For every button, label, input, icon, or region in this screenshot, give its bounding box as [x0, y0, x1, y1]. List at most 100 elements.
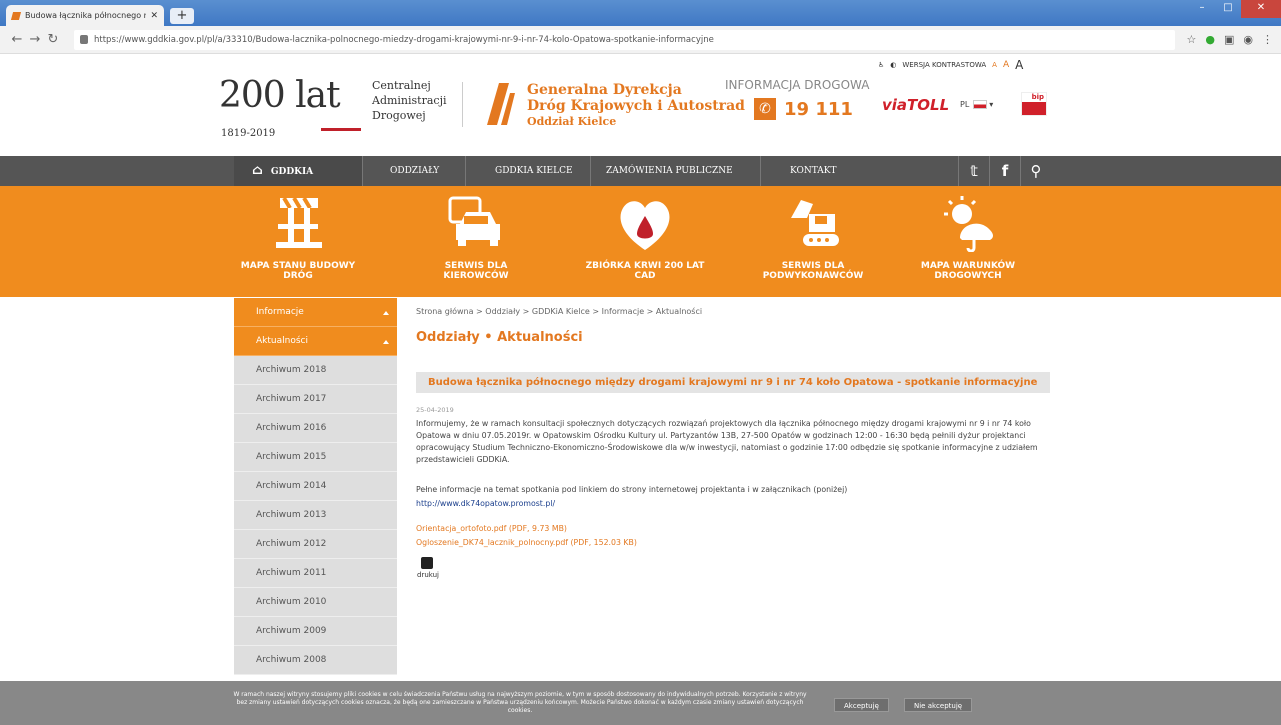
font-medium-button[interactable]: A [1003, 60, 1009, 70]
font-large-button[interactable]: A [1015, 58, 1023, 72]
phone-icon: ✆ [754, 98, 776, 120]
font-small-button[interactable]: A [992, 61, 997, 69]
branch-name: Oddział Kielce [527, 115, 617, 128]
service-mapa-stanu[interactable]: MAPA STANU BUDOWY DRÓG [238, 194, 358, 281]
nav-zamowienia[interactable]: ZAMÓWIENIA PUBLICZNE [606, 156, 733, 186]
chevron-up-icon [383, 311, 389, 315]
services-band: MAPA STANU BUDOWY DRÓG SERWIS DLA KIEROW… [0, 186, 1281, 297]
minimize-icon[interactable]: – [1189, 0, 1215, 18]
sidebar-item-label: Aktualności [256, 336, 308, 346]
url-text: https://www.gddkia.gov.pl/pl/a/33310/Bud… [94, 34, 714, 45]
gddkia-line: Dróg Krajowych i Autostrad [527, 98, 745, 114]
sidebar-item-archiwum[interactable]: Archiwum 2016 [234, 414, 397, 443]
new-tab-button[interactable]: + [170, 8, 194, 24]
road-barrier-icon [276, 196, 322, 248]
extension-icon[interactable]: ▣ [1224, 33, 1234, 46]
cookie-text: W ramach naszej witryny stosujemy pliki … [233, 691, 807, 714]
service-podwykonawcy[interactable]: SERWIS DLA PODWYKONAWCÓW [753, 194, 873, 281]
chevron-down-icon: ▾ [989, 100, 994, 109]
window-controls: – □ ✕ [1189, 0, 1281, 18]
logo-stripe [281, 128, 361, 131]
twitter-icon[interactable]: 𝕥 [958, 156, 989, 186]
excavator-icon [791, 200, 839, 246]
sidebar-item-archiwum[interactable]: Archiwum 2017 [234, 385, 397, 414]
cookie-accept-button[interactable]: Akceptuję [834, 698, 889, 712]
sidebar-item-archiwum[interactable]: Archiwum 2015 [234, 443, 397, 472]
facebook-icon[interactable]: f [989, 156, 1020, 186]
maximize-icon[interactable]: □ [1215, 0, 1241, 18]
printer-icon [421, 557, 433, 569]
language-select[interactable]: PL ▾ [960, 100, 993, 109]
sidebar-item-archiwum[interactable]: Archiwum 2010 [234, 588, 397, 617]
logo-years: 200 lat [219, 75, 341, 116]
reload-icon[interactable]: ↻ [44, 32, 62, 47]
language-label: PL [960, 100, 970, 109]
browser-tab[interactable]: Budowa łącznika północnego m ✕ [6, 5, 164, 26]
attachment-link[interactable]: Ogloszenie_DK74_lacznik_polnocny.pdf (PD… [416, 538, 637, 547]
sidebar-item-archiwum[interactable]: Archiwum 2011 [234, 559, 397, 588]
accessibility-icon[interactable]: ♿ [878, 61, 884, 69]
gddkia-logo-icon[interactable] [483, 81, 515, 125]
extension-icon[interactable]: ● [1205, 33, 1215, 46]
site-header: 200 lat 1819-2019 Centralnej Administracji… [0, 54, 1281, 156]
social-links: 𝕥 f ⚲ [958, 156, 1051, 186]
sidebar-item-archiwum[interactable]: Archiwum 2018 [234, 356, 397, 385]
road-info-phone[interactable]: ✆ 19 111 [754, 98, 853, 120]
bookmark-star-icon[interactable]: ☆ [1187, 33, 1197, 46]
nav-gddkia-kielce[interactable]: GDDKIA KIELCE [495, 156, 573, 186]
contrast-link[interactable]: WERSJA KONTRASTOWA [902, 61, 986, 69]
nav-kontakt[interactable]: KONTAKT [790, 156, 836, 186]
forward-icon[interactable]: → [26, 32, 44, 47]
cad-line: Drogowej [372, 109, 426, 122]
divider [760, 156, 761, 186]
nav-home[interactable]: ⌂ GDDKIA [234, 156, 362, 186]
menu-icon[interactable]: ⋮ [1262, 33, 1273, 46]
external-link[interactable]: http://www.dk74opatow.promost.pl/ [416, 499, 555, 508]
tab-title: Budowa łącznika północnego m [25, 11, 147, 20]
close-window-icon[interactable]: ✕ [1241, 0, 1281, 18]
nav-oddzialy[interactable]: ODDZIAŁY [390, 156, 439, 186]
cars-icon [448, 196, 500, 246]
nav-home-label: GDDKIA [270, 167, 314, 177]
road-info-label: INFORMACJA DROGOWA [725, 78, 870, 92]
breadcrumb[interactable]: Strona główna > Oddziały > GDDKiA Kielce… [416, 307, 702, 316]
service-label: MAPA WARUNKÓW DROGOWYCH [920, 261, 1016, 281]
gddkia-name[interactable]: Generalna Dyrekcja Dróg Krajowych i Autos… [527, 82, 745, 130]
service-warunki-drogowe[interactable]: MAPA WARUNKÓW DROGOWYCH [908, 194, 1028, 281]
contrast-icon: ◐ [890, 61, 897, 69]
attachment-link[interactable]: Orientacja_ortofoto.pdf (PDF, 9.73 MB) [416, 524, 567, 533]
200-lat-logo[interactable]: 200 lat 1819-2019 [219, 75, 361, 139]
profile-icon[interactable]: ◉ [1243, 33, 1253, 46]
sidebar-item-archiwum[interactable]: Archiwum 2009 [234, 617, 397, 646]
cad-line: Centralnej [372, 79, 431, 92]
sidebar-item-aktualnosci[interactable]: Aktualności [234, 327, 397, 356]
url-field[interactable]: https://www.gddkia.gov.pl/pl/a/33310/Bud… [74, 29, 1175, 50]
sidebar-item-archiwum[interactable]: Archiwum 2008 [234, 646, 397, 675]
accessibility-bar: ♿ ◐ WERSJA KONTRASTOWA AAA [878, 58, 1023, 72]
flag-pl-icon [973, 100, 988, 109]
divider [465, 156, 466, 186]
service-label: ZBIÓRKA KRWI 200 lat CAD [585, 261, 705, 281]
service-kierowcy[interactable]: SERWIS DLA KIEROWCÓW [416, 194, 536, 281]
sidebar: Informacje Aktualności Archiwum 2018 Arc… [234, 298, 397, 675]
sidebar-item-archiwum[interactable]: Archiwum 2013 [234, 501, 397, 530]
main-nav: ⌂ GDDKIA ODDZIAŁY GDDKIA KIELCE ZAMÓWIENI… [0, 156, 1281, 186]
viatoll-logo[interactable]: viaTOLL [882, 96, 949, 114]
close-tab-icon[interactable]: ✕ [150, 11, 158, 21]
bip-logo[interactable]: bip [1021, 92, 1047, 116]
sidebar-item-archiwum[interactable]: Archiwum 2012 [234, 530, 397, 559]
gddkia-favicon-icon [10, 11, 22, 20]
back-icon[interactable]: ← [8, 32, 26, 47]
sidebar-item-archiwum[interactable]: Archiwum 2014 [234, 472, 397, 501]
print-button[interactable]: drukuj [417, 557, 439, 579]
service-zbiorka-krwi[interactable]: ZBIÓRKA KRWI 200 lat CAD [585, 194, 705, 281]
cad-line: Administracji [372, 94, 447, 107]
sidebar-item-informacje[interactable]: Informacje [234, 298, 397, 327]
cookie-reject-button[interactable]: Nie akceptuję [904, 698, 973, 712]
search-icon[interactable]: ⚲ [1020, 156, 1051, 186]
address-bar: ← → ↻ https://www.gddkia.gov.pl/pl/a/333… [0, 26, 1281, 54]
phone-number: 19 111 [784, 98, 853, 120]
gddkia-line: Generalna Dyrekcja [527, 82, 682, 98]
home-icon: ⌂ [252, 163, 263, 178]
blood-drop-icon [620, 201, 670, 250]
